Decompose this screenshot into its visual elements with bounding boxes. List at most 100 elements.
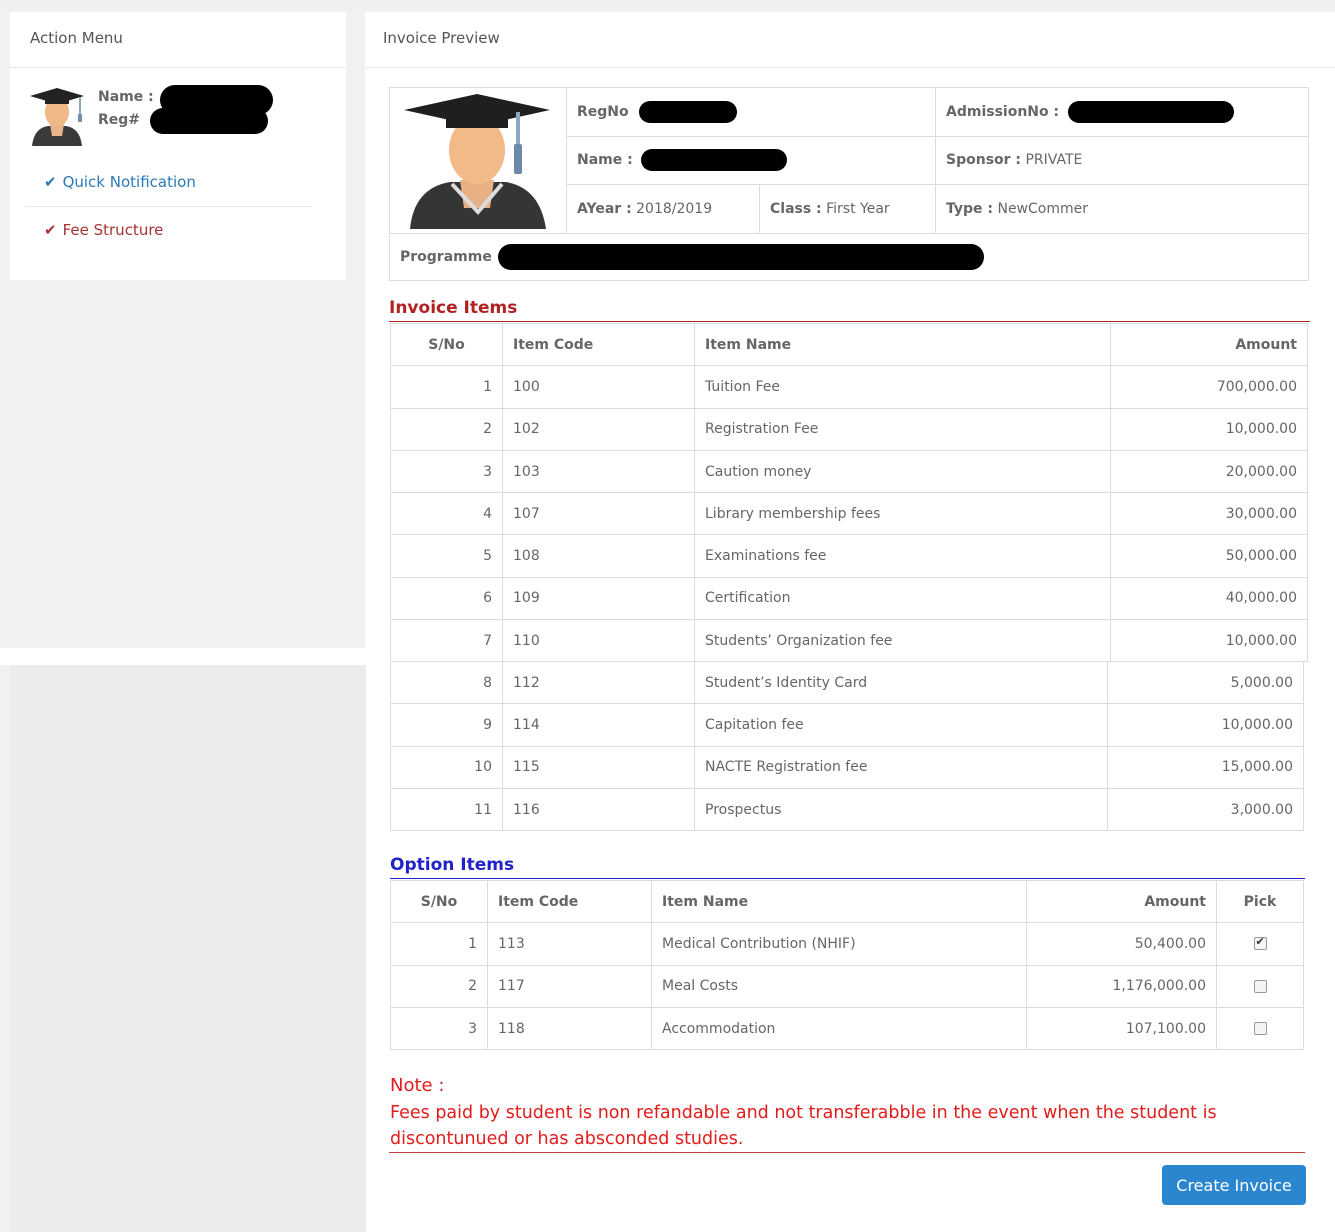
cell-sno: 2 [390,407,503,451]
sponsor-label: Sponsor : [946,152,1022,169]
table-row: 7 110 Students’ Organization fee 10,000.00 [390,619,1308,663]
name-label: Name : [98,89,154,105]
header-sno: S/No [390,879,488,924]
table-row: 9 114 Capitation fee 10,000.00 [390,703,1304,747]
cell-amount: 700,000.00 [1110,365,1308,409]
cell-amount: 50,400.00 [1026,922,1217,966]
cell-sno: 2 [390,964,488,1008]
note-underline [389,1152,1305,1153]
invoice-preview-title: Invoice Preview [365,12,1335,68]
redacted-regno [639,100,738,123]
cell-item-name: Student’s Identity Card [694,660,1108,705]
cell-sno: 11 [390,787,503,832]
cell-item-name: NACTE Registration fee [694,745,1108,789]
table-row: 8 112 Student’s Identity Card 5,000.00 [390,660,1304,705]
invoice-items-table-continued: 8 112 Student’s Identity Card 5,000.00 9 114 C… [390,660,1304,832]
cell-item-name: Meal Costs [651,964,1027,1008]
invoice-items-table: S/No Item Code Item Name Amount 1 100 Tuit… [390,322,1308,663]
menu-fee-structure[interactable]: ✔ Fee Structure [44,221,163,239]
cell-item-code: 102 [502,407,695,451]
cell-amount: 107,100.00 [1026,1006,1217,1051]
type-value: NewCommer [997,201,1088,218]
table-row: 1 113 Medical Contribution (NHIF) 50,400.00 [390,922,1304,966]
cell-sno: 3 [390,1006,488,1051]
type-label: Type : [946,201,994,218]
cell-item-code: 112 [502,660,695,705]
programme-label: Programme [400,249,492,265]
cell-sno: 7 [390,619,503,663]
class-label: Class : [770,201,822,218]
table-row: 5 108 Examinations fee 50,000.00 [390,534,1308,578]
cell-amount: 10,000.00 [1110,407,1308,451]
cell-item-code: 116 [502,787,695,832]
menu-quick-notification-label: Quick Notification [62,173,196,191]
reg-label: Reg# [98,112,141,128]
cell-item-name: Library membership fees [694,492,1111,536]
student-photo-cell [389,87,567,234]
table-row: 3 103 Caution money 20,000.00 [390,449,1308,494]
redacted-admission [1067,100,1234,123]
table-row: 10 115 NACTE Registration fee 15,000.00 [390,745,1304,789]
cell-item-name: Caution money [694,449,1111,494]
option-items-title: Option Items [390,855,515,875]
cell-amount: 20,000.00 [1110,449,1308,494]
sponsor-value: PRIVATE [1025,152,1083,169]
table-row: 2 102 Registration Fee 10,000.00 [390,407,1308,451]
note-title: Note : [390,1075,445,1096]
cell-item-code: 117 [487,964,652,1008]
menu-quick-notification[interactable]: ✔ Quick Notification [44,173,196,191]
header-item-name: Item Name [694,322,1111,367]
cell-sno: 5 [390,534,503,578]
cell-pick [1216,1006,1304,1051]
name-label: Name : [577,152,633,169]
cell-amount: 15,000.00 [1107,745,1304,789]
cell-sno: 9 [390,703,503,747]
cell-item-code: 114 [502,703,695,747]
student-avatar-small [30,88,84,146]
redacted-programme [498,244,985,270]
student-profile-table: RegNo AdmissionNo : Name : Sponsor : PRI… [389,87,1309,281]
create-invoice-button[interactable]: Create Invoice [1162,1165,1306,1205]
pick-checkbox[interactable] [1253,979,1267,993]
cell-amount: 3,000.00 [1107,787,1304,832]
cell-item-code: 110 [502,619,695,663]
action-menu-panel: Action Menu [10,12,346,280]
cell-item-name: Tuition Fee [694,365,1111,409]
programme-cell: Programme [389,233,1309,281]
cell-item-name: Examinations fee [694,534,1111,578]
header-pick: Pick [1216,879,1304,924]
admission-cell: AdmissionNo : [935,87,1309,137]
header-amount: Amount [1026,879,1217,924]
student-avatar-large [404,94,550,229]
class-value: First Year [826,201,890,218]
pick-checkbox[interactable] [1253,935,1267,951]
cell-sno: 3 [390,449,503,494]
cell-amount: 30,000.00 [1110,492,1308,536]
cell-item-code: 115 [502,745,695,789]
sponsor-cell: Sponsor : PRIVATE [935,135,1309,186]
cell-sno: 8 [390,660,503,705]
left-column-lower [10,665,366,1232]
cell-item-name: Accommodation [651,1006,1027,1051]
cell-sno: 1 [390,922,488,966]
option-items-table: S/No Item Code Item Name Amount Pick 1 11… [390,879,1304,1051]
type-cell: Type : NewCommer [935,184,1309,234]
cell-sno: 10 [390,745,503,789]
cell-sno: 6 [390,576,503,621]
invoice-items-title: Invoice Items [389,298,518,318]
top-band [0,0,1335,10]
cell-item-name: Students’ Organization fee [694,619,1111,663]
check-icon: ✔ [44,221,57,239]
redacted-name [641,149,788,172]
cell-item-code: 103 [502,449,695,494]
cell-sno: 4 [390,492,503,536]
check-icon: ✔ [44,173,57,191]
table-row: 1 100 Tuition Fee 700,000.00 [390,365,1308,409]
header-item-code: Item Code [487,879,652,924]
pick-checkbox[interactable] [1253,1022,1267,1036]
header-sno: S/No [390,322,503,367]
cell-sno: 1 [390,365,503,409]
table-row: 4 107 Library membership fees 30,000.00 [390,492,1308,536]
cell-item-code: 118 [487,1006,652,1051]
note-text: Fees paid by student is non refandable a… [390,1103,1217,1149]
